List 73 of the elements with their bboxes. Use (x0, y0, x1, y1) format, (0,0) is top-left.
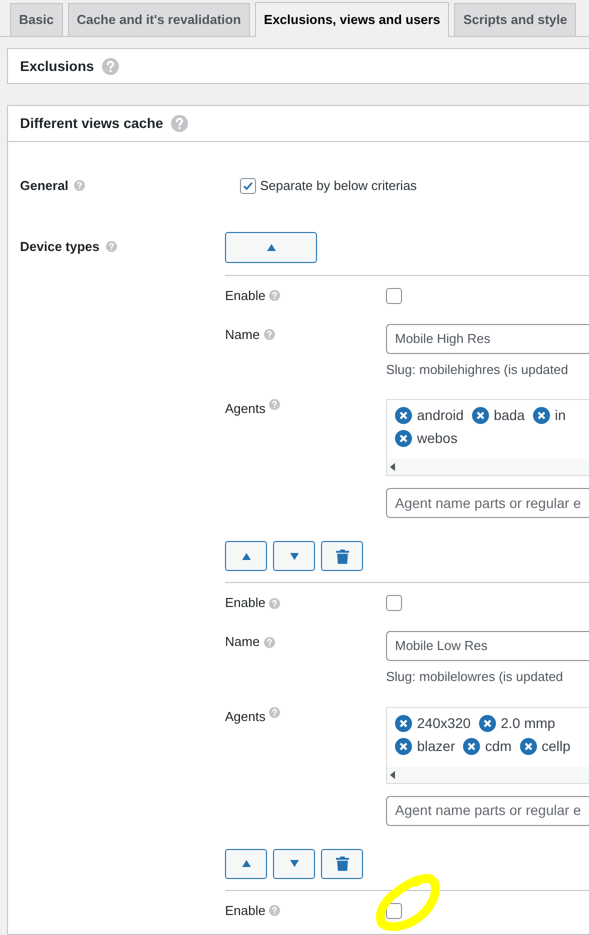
up-triangle-icon (242, 552, 250, 560)
field-label: Enable (225, 594, 266, 612)
agent-tag: cdm (485, 736, 512, 756)
move-down-button[interactable] (273, 541, 315, 571)
tab[interactable]: Scripts and style (454, 3, 576, 37)
scroll-left-icon[interactable] (390, 463, 395, 471)
agent-tag: blazer (417, 736, 456, 756)
up-triangle-icon (266, 244, 276, 250)
panel-title: Exclusions (20, 56, 94, 76)
slug-text: Slug: mobilehighres (is updated (386, 360, 570, 379)
slug-text: Slug: mobilelowres (is updated (386, 668, 564, 686)
remove-icon[interactable] (520, 738, 537, 754)
agent-tag: webos (417, 428, 458, 449)
tab[interactable]: Exclusions, views and users (254, 2, 450, 38)
name-field[interactable]: Mobile High Res (386, 324, 589, 354)
agent-tag: cellp (542, 736, 570, 756)
agent-input[interactable]: Agent name parts or regular e (386, 796, 589, 826)
move-down-button[interactable] (273, 848, 315, 878)
move-up-button[interactable] (225, 848, 267, 878)
help-icon (269, 905, 280, 916)
help-icon (264, 636, 275, 648)
remove-icon[interactable] (463, 738, 480, 754)
field-label: Enable (225, 286, 266, 305)
down-triangle-icon (290, 552, 298, 560)
help-icon (74, 180, 86, 192)
checkbox[interactable] (386, 288, 402, 304)
help-icon (171, 115, 188, 132)
tab[interactable]: Basic (10, 3, 63, 37)
tab[interactable]: Cache and it's revalidation (68, 3, 250, 37)
checkbox[interactable] (386, 902, 402, 918)
field-label: Agents (225, 708, 266, 726)
field-label: Agents (225, 400, 266, 418)
down-triangle-icon (290, 860, 298, 867)
help-icon (269, 399, 280, 410)
field-label: Device types (20, 238, 100, 256)
up-triangle-icon (242, 860, 250, 867)
trash-icon (336, 856, 348, 871)
name-field[interactable]: Mobile Low Res (386, 631, 589, 661)
field-label: General (20, 177, 68, 195)
checkbox-label: Separate by below criterias (260, 177, 417, 195)
field-label: Enable (225, 902, 266, 920)
remove-icon[interactable] (478, 714, 496, 732)
scrollbar[interactable] (387, 459, 589, 475)
help-icon (269, 290, 280, 301)
remove-icon[interactable] (532, 407, 550, 424)
collapse-button[interactable] (225, 232, 317, 262)
help-icon (269, 598, 280, 608)
delete-button[interactable] (321, 848, 363, 878)
agent-input[interactable]: Agent name parts or regular e (386, 488, 589, 518)
delete-button[interactable] (321, 541, 363, 571)
trash-icon (336, 548, 348, 564)
scroll-left-icon[interactable] (390, 770, 395, 778)
help-icon (106, 241, 116, 252)
field-label: Name (225, 633, 260, 652)
checkbox[interactable] (386, 595, 402, 611)
agent-tag: 240x320 (417, 712, 471, 734)
remove-icon[interactable] (395, 714, 412, 732)
help-icon (102, 58, 119, 74)
remove-icon[interactable] (472, 407, 489, 424)
field-label: Name (225, 326, 260, 344)
agent-tag: android (417, 405, 464, 426)
remove-icon[interactable] (395, 738, 412, 754)
checkbox[interactable] (240, 178, 256, 194)
agent-tag: in (554, 405, 566, 426)
help-icon (269, 706, 280, 718)
agent-tag: bada (494, 405, 525, 426)
scrollbar[interactable] (387, 766, 589, 782)
help-icon (264, 329, 275, 340)
panel-title: Different views cache (20, 114, 164, 133)
agent-tag: 2.0 mmp (500, 712, 556, 734)
remove-icon[interactable] (395, 430, 412, 447)
remove-icon[interactable] (395, 407, 412, 424)
move-up-button[interactable] (225, 541, 267, 571)
